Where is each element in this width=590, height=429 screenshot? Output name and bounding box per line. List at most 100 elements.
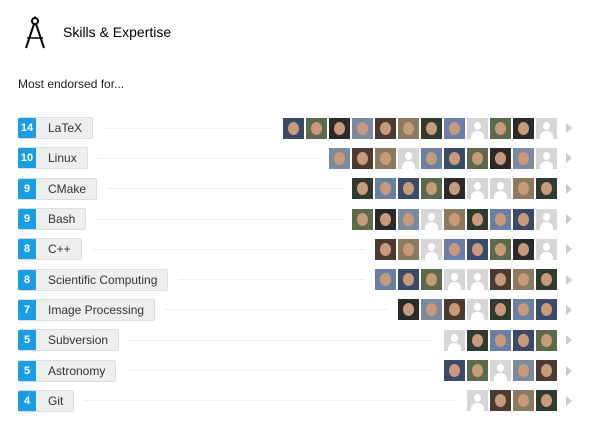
endorser-avatar[interactable] <box>467 299 488 321</box>
endorser-avatar[interactable] <box>467 390 488 412</box>
endorser-avatar[interactable] <box>375 238 396 260</box>
endorser-avatar[interactable] <box>513 390 534 412</box>
skill-pill[interactable]: 7 Image Processing <box>18 298 156 321</box>
endorser-avatar[interactable] <box>513 329 534 351</box>
skill-name[interactable]: Linux <box>36 148 87 169</box>
endorser-avatar[interactable] <box>513 299 534 321</box>
endorser-avatar[interactable] <box>490 178 511 200</box>
endorser-avatar[interactable] <box>513 178 534 200</box>
endorser-avatar[interactable] <box>444 329 465 351</box>
endorser-avatar[interactable] <box>375 269 396 291</box>
skill-pill[interactable]: 9 CMake <box>18 177 98 200</box>
endorser-avatar[interactable] <box>398 238 419 260</box>
skill-pill[interactable]: 14 LaTeX <box>18 117 94 140</box>
endorser-avatar[interactable] <box>536 360 557 382</box>
endorser-avatar[interactable] <box>467 329 488 351</box>
more-arrow-icon[interactable] <box>566 153 572 164</box>
endorser-avatar[interactable] <box>490 360 511 382</box>
endorser-avatar[interactable] <box>467 360 488 382</box>
endorser-avatar[interactable] <box>398 117 419 139</box>
endorsement-count[interactable]: 9 <box>18 209 36 230</box>
endorser-avatar[interactable] <box>329 117 350 139</box>
endorser-avatar[interactable] <box>375 117 396 139</box>
skill-pill[interactable]: 5 Astronomy <box>18 359 117 382</box>
endorser-avatar[interactable] <box>375 178 396 200</box>
skill-pill[interactable]: 9 Bash <box>18 208 87 231</box>
endorser-avatar[interactable] <box>444 269 465 291</box>
more-arrow-icon[interactable] <box>566 274 572 285</box>
endorser-avatar[interactable] <box>352 147 373 169</box>
endorser-avatar[interactable] <box>513 238 534 260</box>
skill-name[interactable]: Git <box>36 390 74 411</box>
endorser-avatar[interactable] <box>467 269 488 291</box>
endorser-avatar[interactable] <box>536 269 557 291</box>
endorser-avatar[interactable] <box>513 208 534 230</box>
endorser-avatar[interactable] <box>398 147 419 169</box>
endorsement-count[interactable]: 5 <box>18 330 36 351</box>
endorsement-count[interactable]: 7 <box>18 299 36 320</box>
more-arrow-icon[interactable] <box>566 183 572 194</box>
endorser-avatar[interactable] <box>490 208 511 230</box>
endorser-avatar[interactable] <box>490 117 511 139</box>
endorser-avatar[interactable] <box>421 299 442 321</box>
endorser-avatar[interactable] <box>444 360 465 382</box>
endorser-avatar[interactable] <box>490 299 511 321</box>
endorser-avatar[interactable] <box>513 269 534 291</box>
skill-pill[interactable]: 8 C++ <box>18 238 82 261</box>
more-arrow-icon[interactable] <box>566 335 572 346</box>
endorsement-count[interactable]: 9 <box>18 178 36 199</box>
more-arrow-icon[interactable] <box>566 214 572 225</box>
endorser-avatar[interactable] <box>467 238 488 260</box>
skill-name[interactable]: Image Processing <box>36 299 155 320</box>
skill-pill[interactable]: 10 Linux <box>18 147 88 170</box>
endorser-avatar[interactable] <box>490 269 511 291</box>
skill-name[interactable]: Subversion <box>36 330 119 351</box>
endorser-avatar[interactable] <box>444 238 465 260</box>
more-arrow-icon[interactable] <box>566 123 572 134</box>
endorser-avatar[interactable] <box>421 178 442 200</box>
endorser-avatar[interactable] <box>375 208 396 230</box>
endorser-avatar[interactable] <box>398 178 419 200</box>
skill-name[interactable]: Scientific Computing <box>36 269 168 290</box>
endorser-avatar[interactable] <box>398 208 419 230</box>
endorsement-count[interactable]: 4 <box>18 390 36 411</box>
endorser-avatar[interactable] <box>536 117 557 139</box>
endorser-avatar[interactable] <box>444 299 465 321</box>
endorser-avatar[interactable] <box>444 208 465 230</box>
endorser-avatar[interactable] <box>467 208 488 230</box>
more-arrow-icon[interactable] <box>566 244 572 255</box>
endorser-avatar[interactable] <box>467 147 488 169</box>
skill-pill[interactable]: 4 Git <box>18 389 75 412</box>
endorser-avatar[interactable] <box>421 208 442 230</box>
endorser-avatar[interactable] <box>467 117 488 139</box>
endorsement-count[interactable]: 8 <box>18 239 36 260</box>
endorser-avatar[interactable] <box>490 238 511 260</box>
endorser-avatar[interactable] <box>513 360 534 382</box>
endorser-avatar[interactable] <box>375 147 396 169</box>
skill-name[interactable]: Bash <box>36 209 86 230</box>
endorsement-count[interactable]: 14 <box>18 118 36 139</box>
more-arrow-icon[interactable] <box>566 304 572 315</box>
endorsement-count[interactable]: 8 <box>18 269 36 290</box>
endorser-avatar[interactable] <box>536 299 557 321</box>
endorsement-count[interactable]: 10 <box>18 148 36 169</box>
endorser-avatar[interactable] <box>467 178 488 200</box>
endorser-avatar[interactable] <box>352 178 373 200</box>
endorser-avatar[interactable] <box>490 329 511 351</box>
skill-name[interactable]: C++ <box>36 239 81 260</box>
endorser-avatar[interactable] <box>490 147 511 169</box>
endorser-avatar[interactable] <box>352 117 373 139</box>
endorser-avatar[interactable] <box>536 238 557 260</box>
endorser-avatar[interactable] <box>513 117 534 139</box>
endorser-avatar[interactable] <box>398 299 419 321</box>
endorser-avatar[interactable] <box>421 117 442 139</box>
more-arrow-icon[interactable] <box>566 395 572 406</box>
endorser-avatar[interactable] <box>444 147 465 169</box>
endorser-avatar[interactable] <box>283 117 304 139</box>
endorser-avatar[interactable] <box>536 208 557 230</box>
endorser-avatar[interactable] <box>421 269 442 291</box>
endorser-avatar[interactable] <box>444 178 465 200</box>
endorser-avatar[interactable] <box>444 117 465 139</box>
more-arrow-icon[interactable] <box>566 365 572 376</box>
endorser-avatar[interactable] <box>513 147 534 169</box>
